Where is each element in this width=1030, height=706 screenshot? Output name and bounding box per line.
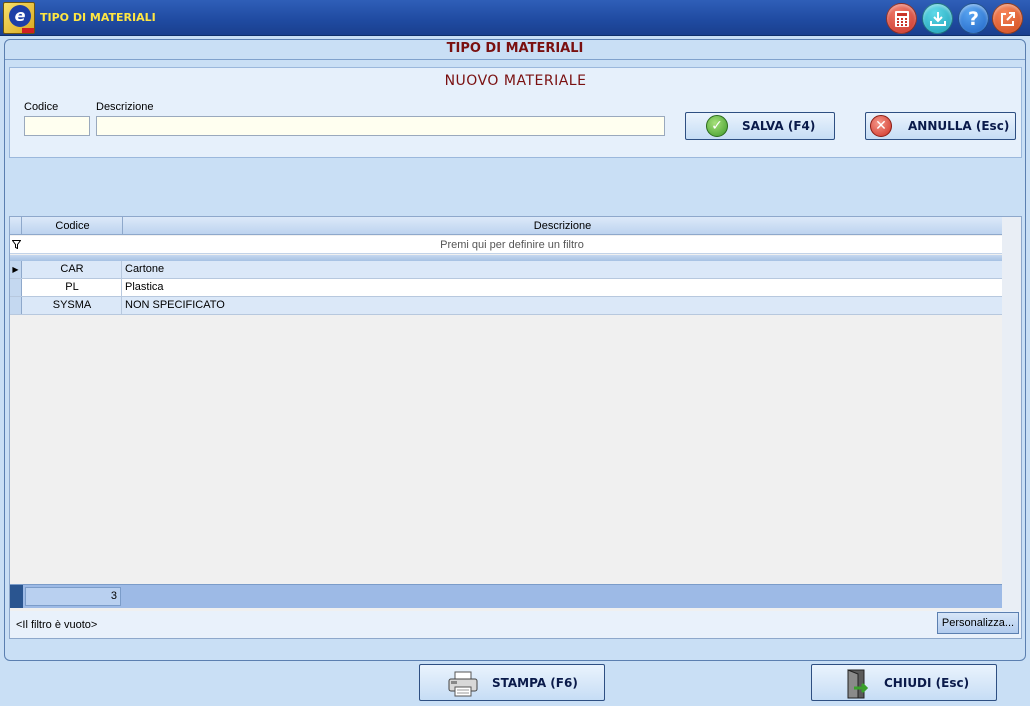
printer-icon [448,671,478,697]
column-header-descrizione[interactable]: Descrizione [123,217,1002,235]
table-row[interactable]: PL Plastica [10,279,1002,297]
footer-selector [10,585,23,608]
save-button-label: SALVA (F4) [742,119,816,133]
materials-grid: Codice Descrizione Premi qui per definir… [9,216,1022,613]
table-row[interactable]: SYSMA NON SPECIFICATO [10,297,1002,315]
cell-descrizione: NON SPECIFICATO [125,299,225,311]
descrizione-input[interactable] [96,116,665,136]
table-row[interactable]: ▶ CAR Cartone [10,261,1002,279]
row-indicator-icon: ▶ [10,261,22,278]
cell-descrizione: Cartone [125,263,165,275]
window-title: TIPO DI MATERIALI [40,11,156,24]
record-count: 3 [25,587,121,606]
save-button[interactable]: ✓ SALVA (F4) [685,112,835,140]
row-selector [10,297,22,314]
page-title: TIPO DI MATERIALI [5,40,1025,60]
grid-summary-footer: 3 [10,584,1002,608]
download-icon[interactable] [922,3,953,34]
close-button-label: CHIUDI (Esc) [884,676,970,690]
app-logo: e [3,2,35,34]
cell-codice: SYSMA [23,297,122,314]
personalizza-button[interactable]: Personalizza... [937,612,1019,634]
print-button[interactable]: STAMPA (F6) [419,664,605,701]
new-material-form: NUOVO MATERIALE Codice Descrizione ✓ SAL… [9,67,1022,158]
calculator-icon[interactable] [886,3,917,34]
help-icon[interactable]: ? [958,3,989,34]
exit-door-icon [847,669,869,699]
exit-icon[interactable] [992,3,1023,34]
filter-hint: Premi qui per definire un filtro [440,239,584,251]
grid-header-selector [10,217,22,235]
cell-codice: CAR [23,261,122,278]
cell-descrizione: Plastica [125,281,164,293]
filter-status: <Il filtro è vuoto> [16,619,98,631]
codice-input[interactable] [24,116,90,136]
column-header-codice[interactable]: Codice [23,217,123,235]
filter-icon [11,240,21,250]
checkmark-icon: ✓ [706,115,728,137]
descrizione-label: Descrizione [96,101,154,113]
cancel-button-label: ANNULLA (Esc) [908,119,1010,133]
codice-label: Codice [24,101,59,113]
title-bar: e TIPO DI MATERIALI ? [0,0,1030,36]
print-button-label: STAMPA (F6) [492,676,578,690]
cell-codice: PL [23,279,122,296]
close-button[interactable]: CHIUDI (Esc) [811,664,997,701]
grid-header: Codice Descrizione [10,217,1002,235]
filter-row[interactable]: Premi qui per definire un filtro [10,236,1002,254]
grid-scroll-area [1002,217,1021,612]
cancel-button[interactable]: ✕ ANNULLA (Esc) [865,112,1016,140]
main-panel: TIPO DI MATERIALI NUOVO MATERIALE Codice… [4,39,1026,661]
row-selector [10,279,22,296]
status-bar: <Il filtro è vuoto> Personalizza... [9,611,1022,639]
cancel-icon: ✕ [870,115,892,137]
form-title: NUOVO MATERIALE [444,73,587,89]
